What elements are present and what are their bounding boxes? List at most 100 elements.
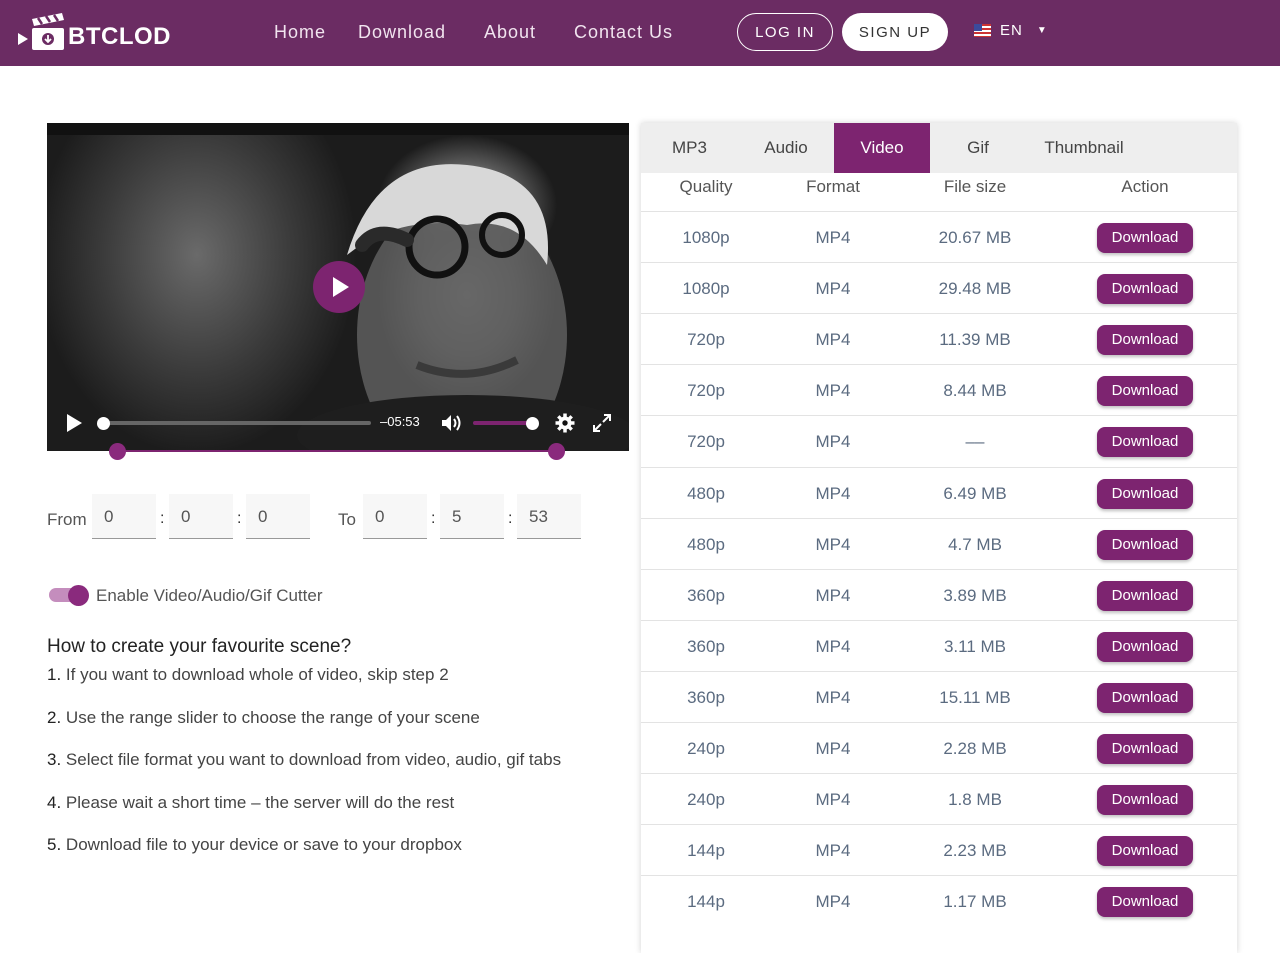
range-slider-track[interactable] <box>117 450 557 452</box>
cell-file-size: 15.11 MB <box>939 687 1011 707</box>
cell-quality: 1080p <box>682 279 730 299</box>
column-header-file-size: File size <box>943 177 1007 196</box>
howto-step: 5. Download file to your device or save … <box>47 835 462 855</box>
download-button[interactable]: Download <box>1097 631 1193 662</box>
download-button[interactable]: Download <box>1097 580 1193 611</box>
cell-format: MP4 <box>815 585 851 605</box>
cell-quality: 720p <box>687 381 725 401</box>
login-button[interactable]: LOG IN <box>737 13 833 51</box>
to-seconds-input[interactable]: 53 <box>517 494 581 539</box>
table-row: 720p MP4 11.39 MB Download <box>641 313 1237 365</box>
cell-format: MP4 <box>815 228 851 247</box>
download-button[interactable]: Download <box>1097 529 1193 560</box>
flag-us-icon <box>974 24 991 37</box>
cell-format: MP4 <box>815 483 851 503</box>
table-row: 240p MP4 2.28 MB Download <box>641 722 1237 774</box>
cell-format: MP4 <box>815 279 851 299</box>
cell-format: MP4 <box>815 381 851 401</box>
step-number: 3. <box>47 750 62 769</box>
step-text: If you want to download whole of video, … <box>61 665 449 684</box>
download-button[interactable]: Download <box>1097 376 1193 407</box>
step-number: 1. <box>47 665 62 684</box>
cell-file-size: 4.7 MB <box>948 534 1002 554</box>
cell-format: MP4 <box>815 790 851 810</box>
cell-file-size: 11.39 MB <box>939 330 1011 350</box>
to-label: To <box>338 510 356 529</box>
tab-audio[interactable]: Audio <box>738 123 834 173</box>
cell-file-size: 8.44 MB <box>943 381 1007 401</box>
table-row: 480p MP4 4.7 MB Download <box>641 517 1237 570</box>
download-button[interactable]: Download <box>1097 785 1193 816</box>
step-text: Please wait a short time – the server wi… <box>61 793 455 812</box>
nav-home[interactable]: Home <box>274 22 326 43</box>
from-label: From <box>47 510 87 529</box>
download-button[interactable]: Download <box>1097 427 1193 458</box>
cell-quality: 480p <box>687 534 725 554</box>
cell-quality: 240p <box>687 790 725 810</box>
download-button[interactable]: Download <box>1097 682 1193 713</box>
download-panel: MP3 Audio Video Gif Thumbnail Quality Fo… <box>641 123 1237 953</box>
step-text: Use the range slider to choose the range… <box>61 708 480 727</box>
cell-quality: 240p <box>687 739 725 758</box>
cell-quality: 720p <box>687 330 725 350</box>
video-player[interactable]: –05:53 <box>47 123 629 451</box>
range-start-handle[interactable] <box>109 443 126 460</box>
download-button[interactable]: Download <box>1097 478 1193 509</box>
cutter-toggle-label: Enable Video/Audio/Gif Cutter <box>96 586 323 605</box>
play-icon[interactable] <box>67 414 82 432</box>
cell-quality: 1080p <box>682 228 730 247</box>
signup-button[interactable]: SIGN UP <box>842 13 948 51</box>
download-button[interactable]: Download <box>1097 223 1193 253</box>
download-button[interactable]: Download <box>1097 887 1193 918</box>
cutter-toggle-knob[interactable] <box>68 585 89 606</box>
from-minutes-input[interactable]: 0 <box>169 494 233 539</box>
cell-file-size: 2.23 MB <box>943 841 1007 861</box>
nav-download[interactable]: Download <box>358 22 446 43</box>
download-button[interactable]: Download <box>1097 734 1193 764</box>
column-header-action: Action <box>1121 177 1169 196</box>
time-remaining: –05:53 <box>380 414 420 429</box>
tab-video[interactable]: Video <box>834 123 930 173</box>
seek-bar[interactable] <box>104 421 371 425</box>
download-button[interactable]: Download <box>1097 325 1193 356</box>
from-hours-input[interactable]: 0 <box>92 494 156 539</box>
separator: : <box>237 510 242 527</box>
to-hours-input[interactable]: 0 <box>363 494 427 539</box>
step-text: Select file format you want to download … <box>61 750 562 769</box>
cell-quality: 720p <box>687 432 725 452</box>
tab-thumbnail[interactable]: Thumbnail <box>1026 123 1142 173</box>
volume-handle[interactable] <box>526 417 539 430</box>
cell-format: MP4 <box>815 330 851 350</box>
step-number: 5. <box>47 835 62 854</box>
nav-about[interactable]: About <box>484 22 536 43</box>
cell-quality: 360p <box>687 636 725 656</box>
fullscreen-icon[interactable] <box>592 413 612 438</box>
howto-title: How to create your favourite scene? <box>47 636 352 657</box>
seek-handle[interactable] <box>97 417 110 430</box>
to-minutes-input[interactable]: 5 <box>440 494 504 539</box>
cell-quality: 144p <box>687 892 725 912</box>
logo[interactable]: BTCLOD <box>18 12 171 54</box>
tab-mp3[interactable]: MP3 <box>641 123 738 173</box>
cell-file-size: 1.8 MB <box>948 790 1002 810</box>
separator: : <box>160 510 165 527</box>
download-button[interactable]: Download <box>1097 274 1193 305</box>
language-selector[interactable]: EN ▼ <box>974 22 1048 39</box>
gear-icon[interactable] <box>555 413 575 438</box>
cell-file-size: 6.49 MB <box>943 483 1007 503</box>
download-button[interactable]: Download <box>1097 836 1193 867</box>
cell-quality: 144p <box>687 841 725 861</box>
step-number: 2. <box>47 708 62 727</box>
tab-gif[interactable]: Gif <box>930 123 1026 173</box>
big-play-button[interactable] <box>313 261 365 313</box>
volume-icon[interactable] <box>440 413 464 438</box>
table-row: 144p MP4 2.23 MB Download <box>641 824 1237 876</box>
column-header-format: Format <box>806 177 860 196</box>
format-tabs: MP3 Audio Video Gif Thumbnail <box>641 123 1237 173</box>
table-row: 360p MP4 3.89 MB Download <box>641 568 1237 621</box>
nav-contact-us[interactable]: Contact Us <box>574 22 673 43</box>
from-seconds-input[interactable]: 0 <box>246 494 310 539</box>
range-end-handle[interactable] <box>548 443 565 460</box>
table-row: 720p MP4 –– Download <box>641 415 1237 467</box>
logo-text: BTCLOD <box>68 23 171 50</box>
